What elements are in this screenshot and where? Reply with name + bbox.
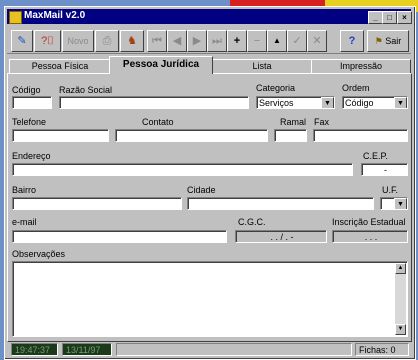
razao-social-label: Razão Social <box>59 85 113 95</box>
close-button[interactable]: × <box>397 11 412 24</box>
last-record-button[interactable]: ⏭ <box>207 30 227 52</box>
tab-lista[interactable]: Lista <box>211 59 313 73</box>
status-time: 19:47:37 <box>11 343 58 356</box>
confirm-button[interactable]: ✓ <box>287 30 307 52</box>
cep-field[interactable]: - <box>361 163 408 176</box>
status-fichas: Fichas: 0 <box>355 343 409 356</box>
ramal-field[interactable] <box>274 129 307 142</box>
app-icon <box>9 11 22 24</box>
add-record-button[interactable]: + <box>227 30 247 52</box>
status-bar: 19:47:37 13/11/97 Fichas: 0 <box>7 343 411 357</box>
endereco-field[interactable] <box>12 163 353 176</box>
next-record-button[interactable]: ▶ <box>187 30 207 52</box>
tab-impressao[interactable]: Impressão <box>311 59 411 73</box>
inscricao-estadual-label: Inscrição Estadual <box>332 217 406 227</box>
scroll-down-icon[interactable]: ▼ <box>395 324 406 335</box>
cidade-label: Cidade <box>187 185 216 195</box>
inscricao-estadual-field[interactable]: . . . <box>332 230 408 243</box>
ordem-select[interactable]: Código ▼ <box>342 96 408 109</box>
exit-label: Sair <box>385 36 402 46</box>
fax-label: Fax <box>314 117 330 127</box>
bairro-field[interactable] <box>12 197 182 210</box>
minimize-button[interactable]: _ <box>368 11 383 24</box>
exit-door-icon: ⚑ <box>374 36 383 46</box>
prev-record-button[interactable]: ◀ <box>167 30 187 52</box>
categoria-value: Serviços <box>259 98 294 108</box>
fax-field[interactable] <box>313 129 408 142</box>
cgc-label: C.G.C. <box>238 217 266 227</box>
chevron-down-icon[interactable]: ▼ <box>321 97 334 108</box>
print-button[interactable]: ⎙ <box>95 30 119 52</box>
categoria-label: Categoria <box>256 83 296 93</box>
ordem-label: Ordem <box>342 83 370 93</box>
codigo-label: Código <box>12 85 41 95</box>
pessoa-juridica-panel: Código Razão Social Categoria Serviços ▼… <box>7 73 412 342</box>
status-message <box>116 343 352 356</box>
ordem-value: Código <box>345 98 374 108</box>
email-field[interactable] <box>12 230 227 243</box>
title-bar: MaxMail v2.0 _ □ × <box>7 9 412 24</box>
window-title: MaxMail v2.0 <box>24 10 86 21</box>
cidade-field[interactable] <box>187 197 374 210</box>
first-record-button[interactable]: ⏮ <box>147 30 167 52</box>
email-label: e-mail <box>12 217 37 227</box>
tab-pessoa-juridica[interactable]: Pessoa Jurídica <box>109 56 213 74</box>
app-window: MaxMail v2.0 _ □ × ✎ ?⌷ Novo ⎙ ♞ ⏮ ◀ ▶ ⏭… <box>4 6 416 360</box>
bairro-label: Bairro <box>12 185 37 195</box>
uf-label: U.F. <box>382 185 399 195</box>
categoria-select[interactable]: Serviços ▼ <box>256 96 335 109</box>
maximize-button[interactable]: □ <box>382 11 397 24</box>
telefone-field[interactable] <box>12 129 109 142</box>
uf-select[interactable]: ▼ <box>380 197 408 210</box>
up-button[interactable]: ▲ <box>267 30 287 52</box>
cancel-button[interactable]: ✕ <box>307 30 327 52</box>
cep-label: C.E.P. <box>363 151 388 161</box>
fichas-button[interactable]: ?⌷ <box>34 30 61 52</box>
chevron-down-icon[interactable]: ▼ <box>394 97 407 108</box>
cgc-field[interactable]: . . / . - <box>235 230 327 243</box>
observacoes-label: Observações <box>12 249 66 259</box>
status-date: 13/11/97 <box>62 343 112 356</box>
contato-field[interactable] <box>115 129 268 142</box>
scroll-up-icon[interactable]: ▲ <box>395 263 406 274</box>
razao-social-field[interactable] <box>59 96 249 109</box>
chevron-down-icon[interactable]: ▼ <box>394 198 407 209</box>
exit-button[interactable]: ⚑ Sair <box>367 30 409 52</box>
tab-pessoa-fisica[interactable]: Pessoa Física <box>9 59 111 73</box>
edit-button[interactable]: ✎ <box>11 30 33 52</box>
contato-label: Contato <box>142 117 174 127</box>
observacoes-textarea[interactable]: ▲ ▼ <box>12 261 408 337</box>
toolbar: ✎ ?⌷ Novo ⎙ ♞ ⏮ ◀ ▶ ⏭ + − ▲ ✓ ✕ ? ⚑ Sair <box>7 27 411 54</box>
ramal-label: Ramal <box>280 117 307 127</box>
remove-record-button[interactable]: − <box>247 30 267 52</box>
observacoes-scrollbar[interactable]: ▲ ▼ <box>395 263 406 335</box>
codigo-field[interactable] <box>12 96 52 109</box>
find-button[interactable]: ♞ <box>120 30 144 52</box>
tab-strip: Pessoa Física Pessoa Jurídica Lista Impr… <box>5 56 413 74</box>
endereco-label: Endereço <box>12 151 51 161</box>
telefone-label: Telefone <box>12 117 47 127</box>
new-button[interactable]: Novo <box>62 30 94 52</box>
help-button[interactable]: ? <box>340 30 364 52</box>
